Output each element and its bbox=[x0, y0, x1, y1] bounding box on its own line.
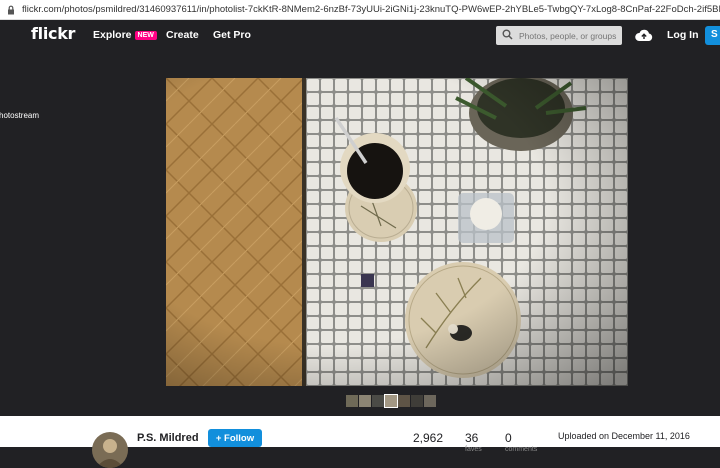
signup-button[interactable]: S bbox=[705, 26, 720, 45]
search-input[interactable] bbox=[519, 30, 619, 41]
thumbnail[interactable] bbox=[372, 395, 384, 407]
photo-info-bar: P.S. Mildred + Follow 2,962 36 faves 0 c… bbox=[0, 416, 720, 468]
thumbnail[interactable] bbox=[424, 395, 436, 407]
thumbnail[interactable] bbox=[346, 395, 358, 407]
nav-explore-label: Explore bbox=[93, 29, 132, 41]
views-count: 2,962 bbox=[413, 431, 444, 445]
upload-cloud-icon[interactable] bbox=[635, 28, 653, 42]
back-to-photostream-link[interactable]: hotostream bbox=[0, 111, 39, 120]
search-icon[interactable] bbox=[502, 27, 513, 45]
flickr-logo[interactable]: flickr bbox=[31, 24, 75, 43]
url-text[interactable]: flickr.com/photos/psmildred/31460937611/… bbox=[22, 4, 720, 15]
nav-explore[interactable]: Explore NEW bbox=[93, 29, 157, 41]
nav-get-pro[interactable]: Get Pro bbox=[213, 29, 251, 41]
thumbnail[interactable] bbox=[359, 395, 371, 407]
upload-date: Uploaded on December 11, 2016 bbox=[558, 431, 690, 441]
top-nav: flickr ExploreNEW Create Get Pro Log In … bbox=[0, 20, 720, 51]
new-badge: NEW bbox=[134, 31, 157, 40]
avatar[interactable] bbox=[92, 432, 128, 468]
thumbnail[interactable] bbox=[398, 395, 410, 407]
faves-count: 36 bbox=[465, 431, 479, 445]
owner-name[interactable]: P.S. Mildred bbox=[137, 432, 199, 444]
nav-create[interactable]: Create bbox=[166, 29, 199, 41]
login-link[interactable]: Log In bbox=[667, 29, 699, 41]
thumbnail-strip bbox=[346, 394, 436, 408]
faves-label: faves bbox=[465, 446, 482, 453]
lock-icon bbox=[6, 5, 16, 15]
search-box[interactable] bbox=[496, 26, 622, 45]
thumbnail-current[interactable] bbox=[384, 394, 398, 408]
main-photo[interactable] bbox=[166, 78, 628, 386]
comments-count: 0 bbox=[505, 431, 512, 445]
comments-label: comments bbox=[505, 446, 538, 453]
thumbnail[interactable] bbox=[411, 395, 423, 407]
follow-button[interactable]: + Follow bbox=[208, 429, 262, 447]
browser-url-bar[interactable]: flickr.com/photos/psmildred/31460937611/… bbox=[0, 0, 720, 20]
